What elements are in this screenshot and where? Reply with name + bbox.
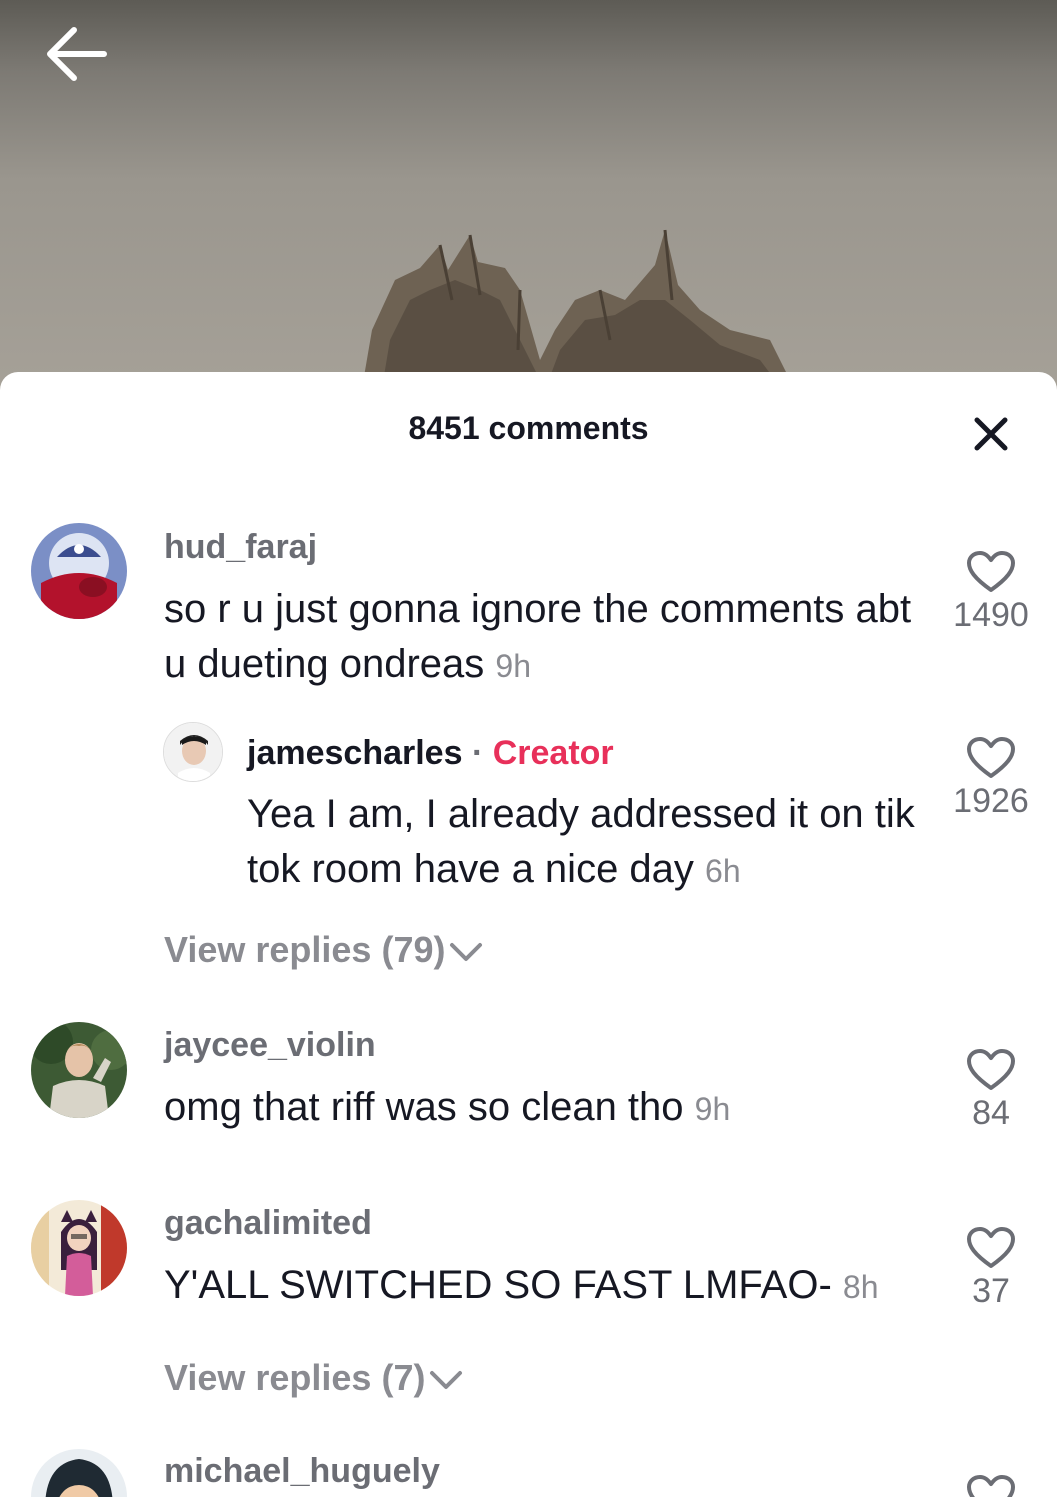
- comment-time: 9h: [495, 648, 531, 684]
- like-button[interactable]: 37: [951, 1226, 1031, 1311]
- avatar[interactable]: [31, 1022, 127, 1118]
- comment-text: omg that riff was so clean tho 9h: [164, 1080, 924, 1137]
- view-replies-label: View replies (79): [164, 929, 446, 970]
- reply-header: jamescharles · Creator: [247, 734, 614, 773]
- back-arrow-icon[interactable]: [42, 22, 110, 86]
- reply-text: Yea I am, I already addressed it on tik …: [247, 787, 937, 899]
- video-frame: [360, 229, 800, 400]
- chevron-down-icon: [430, 1371, 463, 1390]
- view-replies-button[interactable]: View replies (79): [164, 929, 483, 971]
- creator-badge: Creator: [492, 734, 614, 772]
- view-replies-label: View replies (7): [164, 1357, 426, 1398]
- reply-like-count: 1926: [953, 782, 1029, 820]
- comment-username[interactable]: jaycee_violin: [164, 1026, 376, 1065]
- comment-time: 8h: [842, 1269, 879, 1305]
- heart-outline-icon: [967, 1475, 1015, 1497]
- like-count: 1490: [953, 596, 1029, 634]
- like-count: 37: [972, 1272, 1010, 1310]
- video-background: [0, 0, 1057, 400]
- like-count: 84: [972, 1094, 1010, 1132]
- reply-time: 6h: [705, 853, 741, 889]
- avatar[interactable]: [31, 1449, 127, 1497]
- close-icon[interactable]: [968, 414, 1014, 454]
- heart-outline-icon: [967, 1049, 1015, 1090]
- comment-username[interactable]: gachalimited: [164, 1204, 372, 1243]
- like-button[interactable]: [951, 1474, 1031, 1497]
- like-button[interactable]: 1490: [951, 550, 1031, 635]
- comment-username[interactable]: michael_huguely: [164, 1452, 440, 1491]
- comment-username[interactable]: hud_faraj: [164, 528, 317, 567]
- reply-body: Yea I am, I already addressed it on tik …: [247, 792, 915, 891]
- comment-text: Y'ALL SWITCHED SO FAST LMFAO- 8h: [164, 1258, 944, 1315]
- reply-username[interactable]: jamescharles: [247, 734, 463, 772]
- chevron-down-icon: [450, 943, 483, 962]
- comments-sheet: 8451 comments hud_faraj so r u just gonn…: [0, 372, 1057, 1497]
- like-button[interactable]: 84: [951, 1048, 1031, 1133]
- heart-outline-icon: [967, 1227, 1015, 1268]
- comment-count-title: 8451 comments: [408, 410, 649, 446]
- heart-outline-icon: [967, 551, 1015, 592]
- comment-body: Y'ALL SWITCHED SO FAST LMFAO-: [164, 1263, 832, 1307]
- avatar[interactable]: [31, 523, 127, 619]
- heart-outline-icon: [967, 737, 1015, 778]
- comment-text: so r u just gonna ignore the comments ab…: [164, 582, 924, 694]
- reply-avatar[interactable]: [163, 722, 223, 782]
- comment-body: so r u just gonna ignore the comments ab…: [164, 587, 912, 686]
- avatar[interactable]: [31, 1200, 127, 1296]
- separator-dot: ·: [471, 734, 484, 772]
- view-replies-button[interactable]: View replies (7): [164, 1357, 463, 1399]
- comment-time: 9h: [694, 1091, 731, 1127]
- comment-body: omg that riff was so clean tho: [164, 1085, 684, 1129]
- reply-like-button[interactable]: 1926: [951, 736, 1031, 821]
